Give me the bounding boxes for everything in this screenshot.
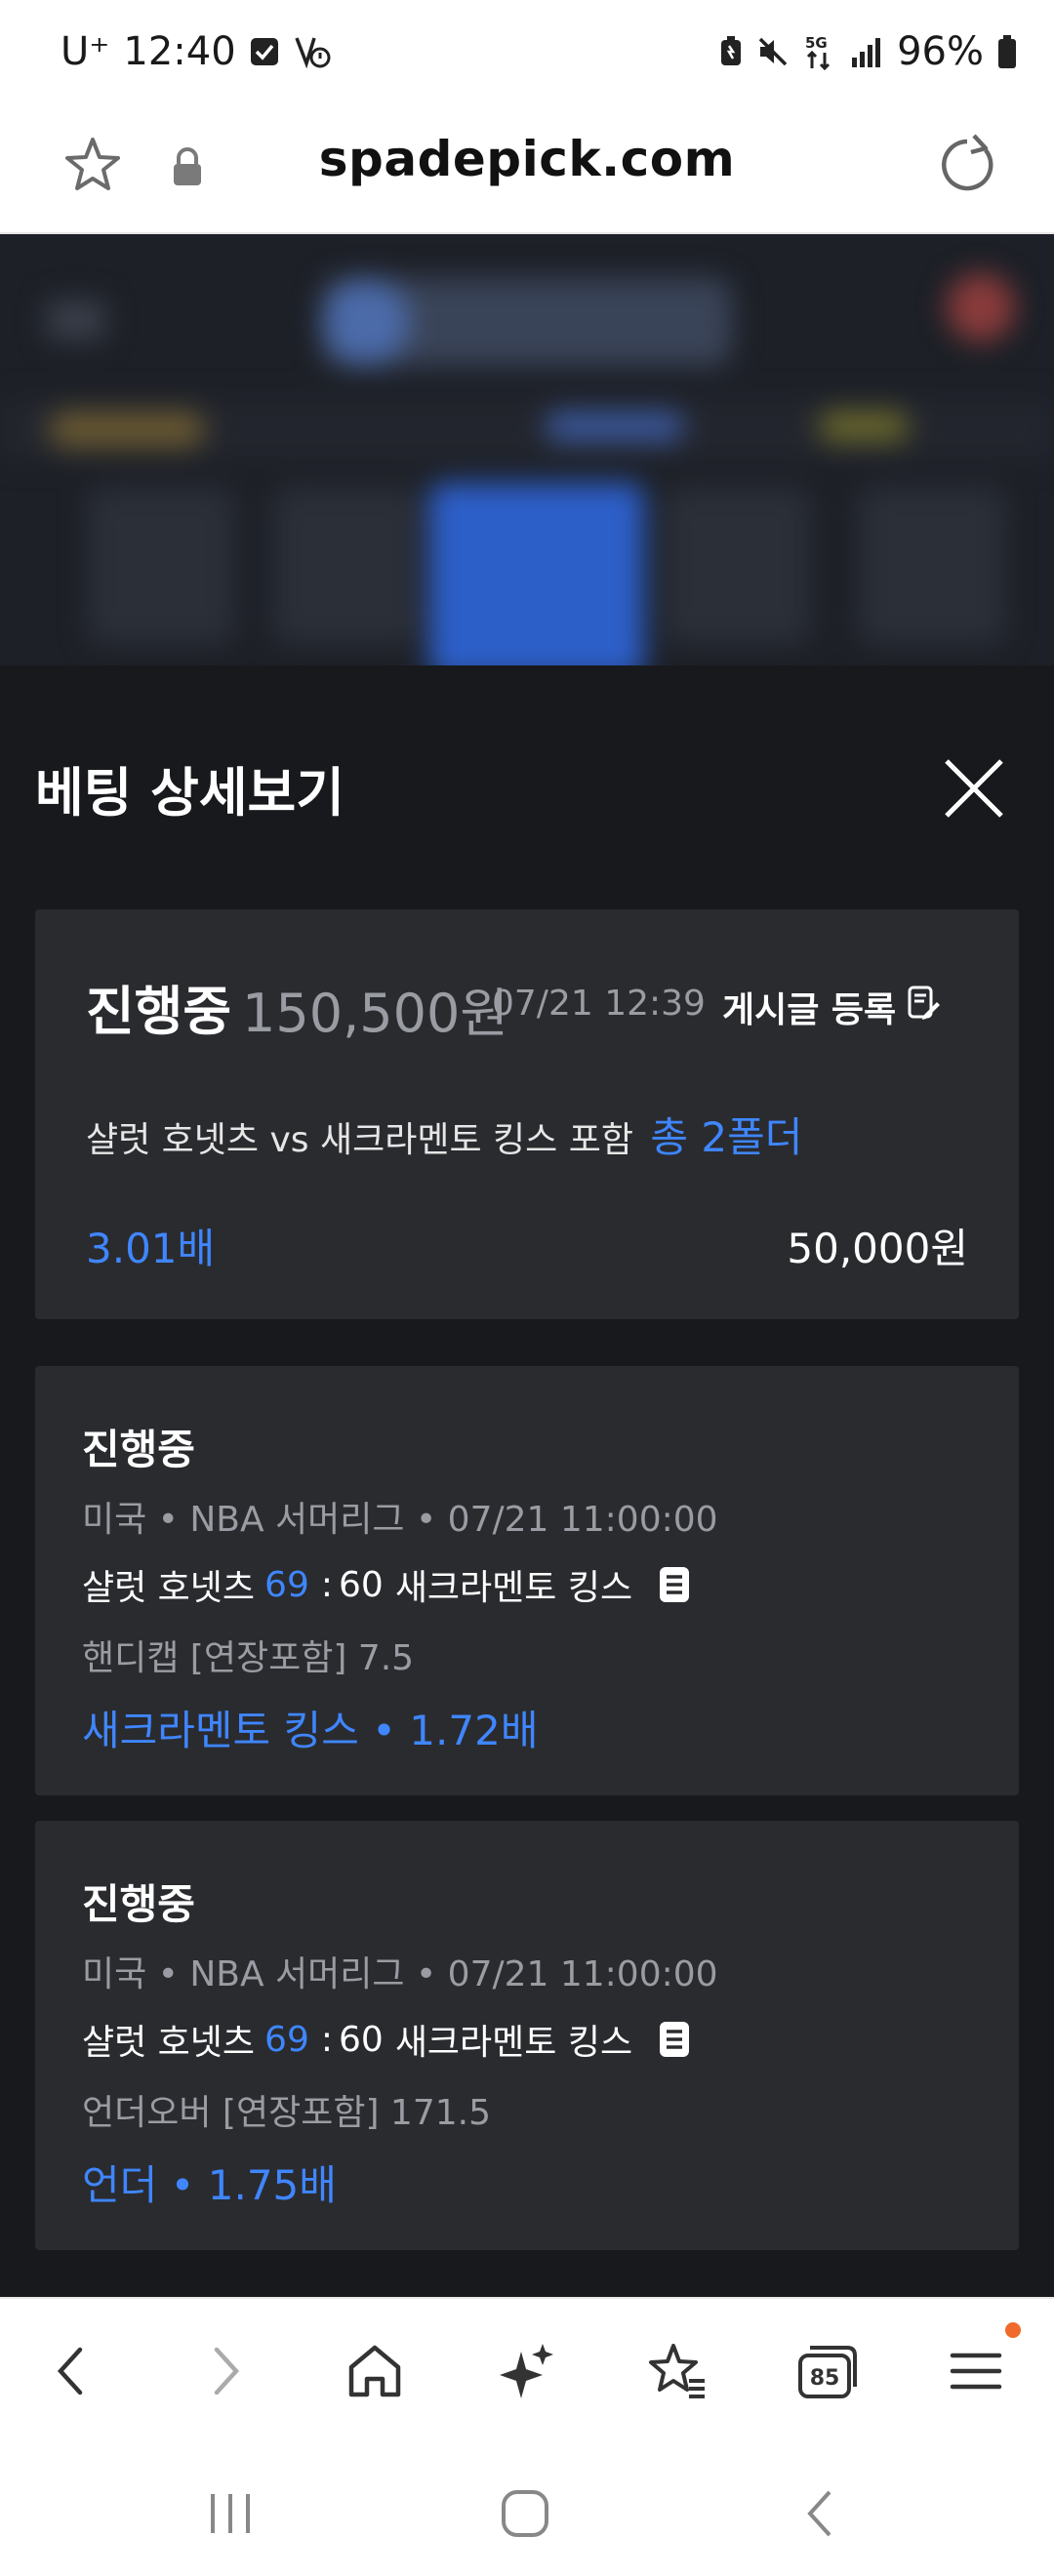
back-icon[interactable] [41,2340,103,2402]
home-score: 69 [264,2019,309,2060]
menu-icon[interactable] [947,2340,1009,2402]
back-nav-icon[interactable] [796,2488,847,2539]
tabs-count: 85 [810,2366,840,2391]
bet-market: 언더오버 [연장포함] 171.5 [82,2093,491,2133]
system-nav-bar [0,2439,1054,2576]
status-bar: U⁺ 12:40 5G 96% [0,0,1054,109]
bet-card: 진행중 미국 • NBA 서머리그 • 07/21 11:00:00 샬럿 호넷… [35,1366,1019,1795]
bet-status: 진행중 [82,1426,195,1473]
mute-icon [756,35,790,68]
summary-match-line: 샬럿 호넷츠 vs 새크라멘토 킹스 포함 총 2폴더 [86,1105,802,1164]
home-icon[interactable] [344,2340,406,2402]
checkbox-notification-icon [250,37,279,66]
svg-text:5G: 5G [805,34,828,52]
stake-amount: 50,000원 [787,1225,968,1272]
bet-detail-sheet: 베팅 상세보기 진행중 150,500원 07/21 12:39 게시글 등록 … [0,665,1054,2297]
summary-match-text: 샬럿 호넷츠 vs 새크라멘토 킹스 포함 [86,1120,633,1160]
url-field[interactable]: spadepick.com [244,131,810,187]
sheet-title: 베팅 상세보기 [35,762,345,824]
edit-note-icon [908,986,941,1029]
browser-toolbar: 85 [0,2297,1054,2441]
bet-match-score: 샬럿 호넷츠 69 : 60 새크라멘토 킹스 [82,1559,691,1610]
close-icon[interactable] [941,755,1007,822]
bookmarks-icon[interactable] [646,2340,709,2402]
home-team: 샬럿 호넷츠 [82,2023,256,2063]
battery-icon [997,35,1017,68]
address-bar: spadepick.com [0,109,1054,234]
clock: 12:40 [123,29,236,74]
home-score: 69 [264,1564,309,1605]
bet-league-info: 미국 • NBA 서머리그 • 07/21 11:00:00 [82,1500,718,1540]
reload-icon[interactable] [935,133,999,197]
bet-pick: 언더 • 1.75배 [82,2161,337,2209]
memo-icon[interactable] [658,1565,691,1604]
alarm-notification-icon [293,34,332,69]
summary-amount: 150,500원 [242,983,508,1044]
score-separator: : [320,2019,333,2060]
battery-percent: 96% [897,29,984,74]
tabs-icon[interactable]: 85 [796,2340,859,2402]
forward-icon[interactable] [193,2340,256,2402]
away-team: 새크라멘토 킹스 [394,1568,633,1608]
bet-match-score: 샬럿 호넷츠 69 : 60 새크라멘토 킹스 [82,2014,691,2065]
post-register-button[interactable]: 게시글 등록 [722,982,941,1032]
bet-status: 진행중 [82,1880,195,1928]
summary-status: 진행중 [86,981,232,1042]
away-score: 60 [339,2019,384,2060]
home-nav-icon[interactable] [500,2488,550,2539]
bet-card: 진행중 미국 • NBA 서머리그 • 07/21 11:00:00 샬럿 호넷… [35,1821,1019,2250]
away-team: 새크라멘토 킹스 [394,2023,633,2063]
ai-sparkle-icon[interactable] [496,2340,558,2402]
home-team: 샬럿 호넷츠 [82,1568,256,1608]
summary-datetime: 07/21 12:39 [492,984,706,1024]
away-score: 60 [339,1564,384,1605]
folder-count: 총 2폴더 [650,1113,803,1161]
post-register-label: 게시글 등록 [722,990,897,1030]
recent-apps-icon[interactable] [205,2488,256,2539]
bet-pick: 새크라멘토 킹스 • 1.72배 [82,1707,539,1754]
signal-icon [850,36,883,67]
bet-league-info: 미국 • NBA 서머리그 • 07/21 11:00:00 [82,1954,718,1994]
blurred-website-background [0,234,1054,665]
battery-saver-icon [719,36,743,67]
bookmark-star-icon[interactable] [62,135,123,195]
carrier-label: U⁺ [61,29,110,74]
menu-notification-dot [1005,2322,1021,2338]
memo-icon[interactable] [658,2020,691,2059]
lock-icon[interactable] [170,146,205,187]
total-odds: 3.01배 [86,1225,216,1272]
score-separator: : [320,1564,333,1605]
bet-market: 핸디캡 [연장포함] 7.5 [82,1638,415,1678]
bet-summary-card: 진행중 150,500원 07/21 12:39 게시글 등록 샬럿 호넷츠 v… [35,909,1019,1319]
network-5g-icon: 5G [803,33,836,70]
